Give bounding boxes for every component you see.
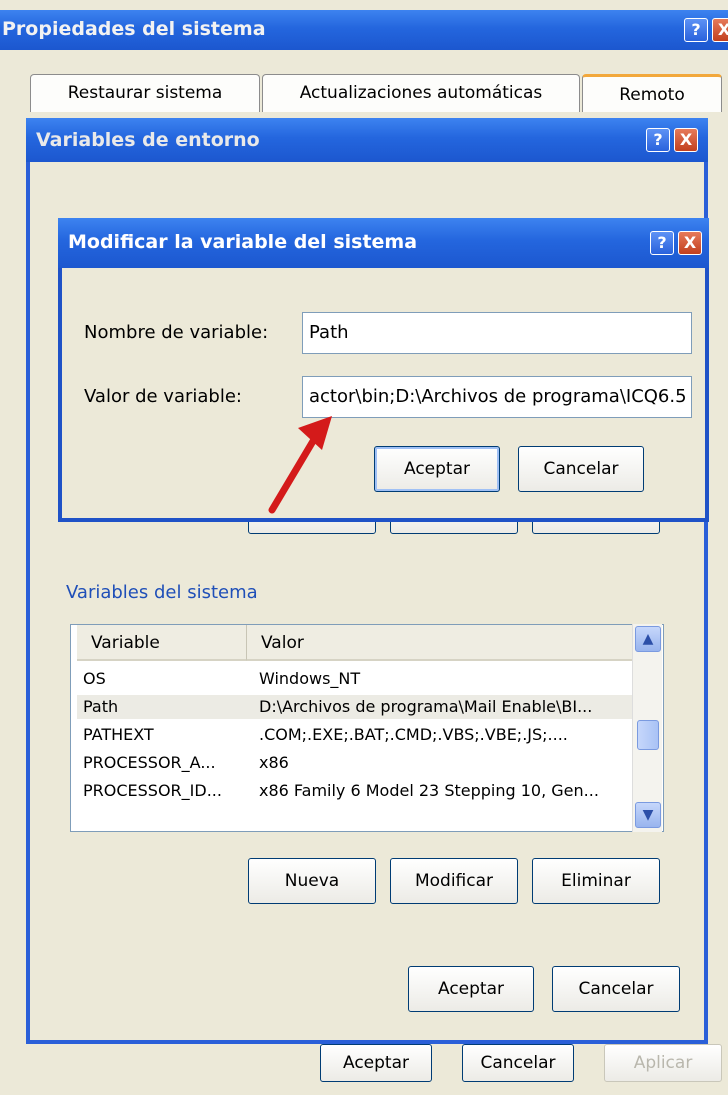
list-scrollbar[interactable]: ▲ ▼	[632, 624, 662, 832]
edit-variable-titlebar[interactable]: Modificar la variable del sistema ? X	[58, 218, 709, 268]
system-variables-list[interactable]: Variable Valor OS Windows_NT Path D:\Arc…	[70, 624, 664, 832]
tab-actualizaciones-automaticas[interactable]: Actualizaciones automáticas	[262, 74, 580, 112]
help-icon[interactable]: ?	[650, 231, 674, 255]
column-header-value[interactable]: Valor	[247, 625, 633, 661]
edit-variable-title: Modificar la variable del sistema	[68, 231, 418, 253]
table-row[interactable]: OS Windows_NT	[77, 667, 635, 691]
edit-cancel-button[interactable]: Cancelar	[518, 446, 644, 492]
environment-variables-title: Variables de entorno	[36, 129, 260, 151]
system-properties-title: Propiedades del sistema	[2, 18, 266, 40]
new-variable-button[interactable]: Nueva	[248, 858, 376, 904]
environment-variables-titlebar[interactable]: Variables de entorno ? X	[26, 118, 708, 162]
table-row[interactable]: PROCESSOR_A... x86	[77, 751, 635, 775]
table-row[interactable]: PROCESSOR_ID... x86 Family 6 Model 23 St…	[77, 779, 635, 803]
table-row-selected[interactable]: Path D:\Archivos de programa\Mail Enable…	[77, 695, 635, 719]
help-icon[interactable]: ?	[684, 18, 708, 42]
variable-name: PROCESSOR_A...	[83, 753, 216, 772]
edit-variable-button[interactable]: Modificar	[390, 858, 518, 904]
apply-button[interactable]: Aplicar	[604, 1044, 722, 1082]
scroll-up-icon[interactable]: ▲	[635, 626, 661, 652]
tab-remoto[interactable]: Remoto	[582, 74, 722, 112]
table-row[interactable]: PATHEXT .COM;.EXE;.BAT;.CMD;.VBS;.VBE;.J…	[77, 723, 635, 747]
column-header-variable[interactable]: Variable	[77, 625, 247, 661]
edit-ok-button[interactable]: Aceptar	[374, 446, 500, 492]
variable-name: OS	[83, 669, 106, 688]
variable-value: Windows_NT	[259, 669, 361, 688]
red-arrow-annotation	[268, 416, 332, 514]
close-icon[interactable]: X	[712, 18, 728, 42]
help-icon[interactable]: ?	[646, 128, 670, 152]
outer-ok-button[interactable]: Aceptar	[320, 1044, 432, 1082]
tab-restaurar-sistema[interactable]: Restaurar sistema	[30, 74, 260, 112]
system-variables-label: Variables del sistema	[66, 582, 258, 603]
variable-value-label: Valor de variable:	[84, 386, 242, 407]
variable-value: x86	[259, 753, 289, 772]
scroll-down-icon[interactable]: ▼	[635, 802, 661, 828]
variable-name-input[interactable]: Path	[302, 312, 692, 354]
close-icon[interactable]: X	[678, 231, 702, 255]
variable-name: PROCESSOR_ID...	[83, 781, 222, 800]
outer-cancel-button[interactable]: Cancelar	[462, 1044, 574, 1082]
variable-name-label: Nombre de variable:	[84, 322, 269, 343]
env-cancel-button[interactable]: Cancelar	[552, 966, 680, 1012]
scroll-thumb[interactable]	[637, 720, 659, 750]
variable-value-input[interactable]: actor\bin;D:\Archivos de programa\ICQ6.5	[302, 376, 692, 418]
delete-variable-button[interactable]: Eliminar	[532, 858, 660, 904]
close-icon[interactable]: X	[674, 128, 698, 152]
variable-name: PATHEXT	[83, 725, 154, 744]
system-properties-titlebar[interactable]: Propiedades del sistema ? X	[0, 10, 728, 50]
variable-name: Path	[83, 697, 119, 716]
variable-value: .COM;.EXE;.BAT;.CMD;.VBS;.VBE;.JS;....	[259, 725, 568, 744]
variable-value: x86 Family 6 Model 23 Stepping 10, Gen..…	[259, 781, 599, 800]
env-ok-button[interactable]: Aceptar	[408, 966, 534, 1012]
variable-value: D:\Archivos de programa\Mail Enable\BI..…	[259, 697, 593, 716]
